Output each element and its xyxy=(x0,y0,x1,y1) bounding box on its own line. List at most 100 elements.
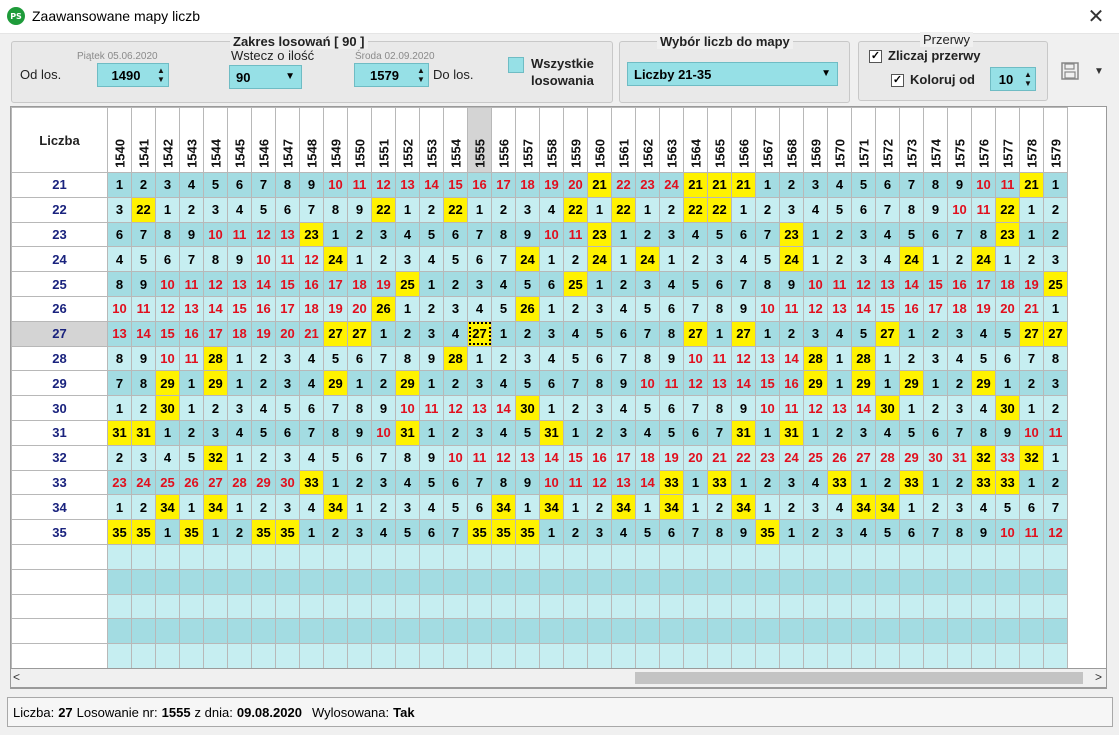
grid-cell[interactable]: 19 xyxy=(1019,271,1044,297)
grid-cell[interactable]: 11 xyxy=(563,469,588,496)
grid-cell[interactable]: 1 xyxy=(347,494,372,521)
grid-cell[interactable]: 3 xyxy=(515,196,540,223)
grid-cell[interactable]: 19 xyxy=(251,320,276,347)
grid-cell[interactable]: 1 xyxy=(179,494,204,521)
grid-cell[interactable]: 16 xyxy=(779,370,804,397)
grid-cell[interactable]: 20 xyxy=(347,295,372,322)
grid-cell[interactable]: 4 xyxy=(971,320,996,347)
grid-cell[interactable]: 14 xyxy=(131,320,156,347)
grid-cell[interactable]: 12 xyxy=(371,172,396,198)
grid-cell[interactable]: 9 xyxy=(515,469,540,496)
grid-cell[interactable]: 1 xyxy=(635,494,660,521)
grid-cell[interactable]: 1 xyxy=(299,519,324,545)
grid-cell[interactable]: 4 xyxy=(299,494,324,521)
grid-cell[interactable]: 2 xyxy=(1019,246,1044,273)
grid-cell[interactable]: 5 xyxy=(395,519,420,545)
grid-cell[interactable]: 1 xyxy=(899,320,924,347)
grid-cell[interactable]: 1 xyxy=(803,246,828,273)
grid-cell[interactable]: 35 xyxy=(491,519,516,545)
draw-column-header[interactable]: 1569 xyxy=(803,107,828,173)
grid-cell[interactable]: 10 xyxy=(803,271,828,297)
scroll-left-icon[interactable]: < xyxy=(13,670,20,684)
grid-cell[interactable]: 8 xyxy=(1043,345,1068,372)
grid-cell[interactable]: 3 xyxy=(923,345,948,372)
grid-cell[interactable]: 4 xyxy=(827,172,852,198)
grid-cell[interactable]: 3 xyxy=(443,295,468,322)
grid-cell[interactable]: 8 xyxy=(755,271,780,297)
grid-cell[interactable]: 17 xyxy=(491,172,516,198)
grid-cell[interactable]: 13 xyxy=(515,444,540,471)
grid-cell[interactable]: 1 xyxy=(923,469,948,496)
draw-column-header[interactable]: 1552 xyxy=(395,107,420,173)
grid-cell[interactable]: 23 xyxy=(779,221,804,248)
grid-cell[interactable]: 20 xyxy=(995,295,1020,322)
grid-cell[interactable]: 6 xyxy=(419,519,444,545)
grid-cell[interactable]: 15 xyxy=(563,444,588,471)
grid-cell[interactable]: 10 xyxy=(323,172,348,198)
grid-cell[interactable]: 7 xyxy=(731,271,756,297)
grid-cell[interactable]: 34 xyxy=(659,494,684,521)
grid-cell[interactable]: 19 xyxy=(371,271,396,297)
grid-cell[interactable]: 31 xyxy=(107,419,132,446)
grid-cell[interactable]: 8 xyxy=(107,271,132,297)
grid-cell[interactable]: 2 xyxy=(107,444,132,471)
grid-cell[interactable]: 2 xyxy=(443,271,468,297)
grid-cell[interactable]: 12 xyxy=(491,444,516,471)
grid-cell[interactable]: 7 xyxy=(683,295,708,322)
grid-cell[interactable]: 4 xyxy=(803,196,828,223)
grid-cell[interactable]: 29 xyxy=(803,370,828,397)
number-row-header[interactable]: 32 xyxy=(11,444,108,471)
grid-cell[interactable]: 30 xyxy=(995,395,1020,421)
grid-cell[interactable]: 20 xyxy=(563,172,588,198)
grid-cell[interactable]: 6 xyxy=(587,345,612,372)
grid-cell[interactable]: 4 xyxy=(971,395,996,421)
back-count-select[interactable]: 90 ▼ xyxy=(229,65,302,89)
grid-cell[interactable]: 11 xyxy=(563,221,588,248)
draw-column-header[interactable]: 1565 xyxy=(707,107,732,173)
grid-cell[interactable]: 3 xyxy=(275,494,300,521)
draw-column-header[interactable]: 1555 xyxy=(467,107,492,173)
grid-cell[interactable]: 6 xyxy=(155,246,180,273)
grid-cell[interactable]: 1 xyxy=(347,246,372,273)
number-row-header[interactable]: 25 xyxy=(11,271,108,297)
grid-cell[interactable]: 13 xyxy=(707,370,732,397)
grid-cell[interactable]: 28 xyxy=(803,345,828,372)
grid-cell[interactable]: 35 xyxy=(179,519,204,545)
grid-cell[interactable]: 4 xyxy=(155,444,180,471)
grid-cell[interactable]: 14 xyxy=(419,172,444,198)
grid-cell[interactable]: 22 xyxy=(731,444,756,471)
grid-cell[interactable]: 4 xyxy=(971,494,996,521)
grid-cell[interactable]: 3 xyxy=(851,419,876,446)
grid-cell[interactable]: 29 xyxy=(899,444,924,471)
grid-cell[interactable]: 14 xyxy=(731,370,756,397)
grid-cell[interactable]: 31 xyxy=(779,419,804,446)
grid-cell[interactable]: 10 xyxy=(155,271,180,297)
grid-cell[interactable]: 2 xyxy=(1019,370,1044,397)
grid-cell[interactable]: 3 xyxy=(947,395,972,421)
grid-cell[interactable]: 23 xyxy=(299,221,324,248)
grid-cell[interactable]: 17 xyxy=(923,295,948,322)
grid-cell[interactable]: 34 xyxy=(203,494,228,521)
grid-cell[interactable]: 18 xyxy=(299,295,324,322)
grid-cell[interactable]: 17 xyxy=(275,295,300,322)
grid-cell[interactable]: 4 xyxy=(683,221,708,248)
grid-cell[interactable]: 1 xyxy=(563,419,588,446)
grid-cell[interactable]: 11 xyxy=(179,345,204,372)
grid-cell[interactable]: 1 xyxy=(755,419,780,446)
grid-cell[interactable]: 8 xyxy=(347,395,372,421)
grid-cell[interactable]: 14 xyxy=(539,444,564,471)
grid-cell[interactable]: 8 xyxy=(635,345,660,372)
grid-cell[interactable]: 7 xyxy=(467,221,492,248)
save-options-dropdown[interactable]: ▼ xyxy=(1094,66,1104,77)
grid-cell[interactable]: 18 xyxy=(947,295,972,322)
grid-cell[interactable]: 28 xyxy=(443,345,468,372)
grid-cell[interactable]: 3 xyxy=(395,246,420,273)
grid-cell[interactable]: 4 xyxy=(179,172,204,198)
grid-cell[interactable]: 31 xyxy=(539,419,564,446)
grid-cell[interactable]: 1 xyxy=(851,469,876,496)
grid-cell[interactable]: 7 xyxy=(1019,345,1044,372)
grid-cell[interactable]: 19 xyxy=(323,295,348,322)
grid-cell[interactable]: 4 xyxy=(251,395,276,421)
grid-cell[interactable]: 8 xyxy=(971,419,996,446)
grid-cell[interactable]: 4 xyxy=(227,196,252,223)
